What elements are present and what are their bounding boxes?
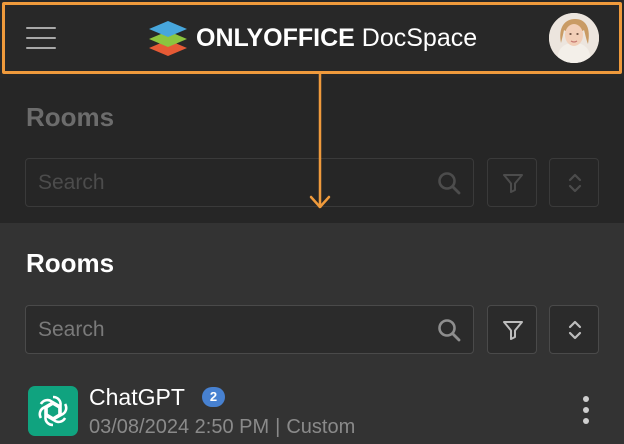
preview-rooms-title: Rooms [26, 102, 115, 132]
more-options-icon[interactable] [576, 396, 596, 426]
logo-brand: ONLYOFFICE [196, 23, 355, 52]
new-items-badge[interactable]: 2 [202, 387, 225, 407]
meta-separator: | [275, 416, 281, 438]
docspace-logo[interactable]: ONLYOFFICE DocSpace [146, 18, 477, 58]
room-date: 03/08/2024 2:50 PM [89, 416, 270, 438]
preview-filter-icon [503, 174, 523, 193]
logo-product: DocSpace [361, 23, 478, 52]
page-title: Rooms [26, 248, 115, 278]
preview-sort-icon [568, 173, 582, 193]
room-meta: 03/08/2024 2:50 PM | Custom [89, 416, 355, 439]
onlyoffice-logo-icon [149, 21, 187, 56]
preview-filter-button [487, 158, 537, 207]
room-type: Custom [286, 416, 356, 438]
sort-icon [568, 320, 582, 340]
preview-sort-button [549, 158, 599, 207]
search-field[interactable] [25, 305, 474, 354]
preview-search-input: Search [25, 158, 474, 207]
room-name[interactable]: ChatGPT [89, 384, 185, 411]
pointer-arrow-icon [309, 74, 331, 209]
hamburger-menu-icon[interactable] [26, 25, 56, 51]
avatar-portrait-icon [549, 13, 599, 63]
filter-button[interactable] [487, 305, 537, 354]
room-list-item[interactable]: ChatGPT 2 03/08/2024 2:50 PM | Custom [0, 372, 624, 444]
chatgpt-knot-icon [38, 395, 68, 427]
logo-text: ONLYOFFICE DocSpace [196, 24, 477, 53]
docspace-mobile-screen: ONLYOFFICE DocSpace Rooms Search Rooms S… [0, 0, 624, 444]
search-input[interactable] [38, 316, 438, 344]
search-icon[interactable] [436, 317, 462, 343]
filter-icon [503, 321, 523, 340]
preview-search-icon [438, 172, 461, 195]
sort-button[interactable] [549, 305, 599, 354]
top-bar: ONLYOFFICE DocSpace [0, 0, 624, 78]
user-avatar[interactable] [549, 13, 599, 63]
preview-search-placeholder: Search [38, 171, 105, 194]
chatgpt-logo-icon [28, 386, 78, 436]
